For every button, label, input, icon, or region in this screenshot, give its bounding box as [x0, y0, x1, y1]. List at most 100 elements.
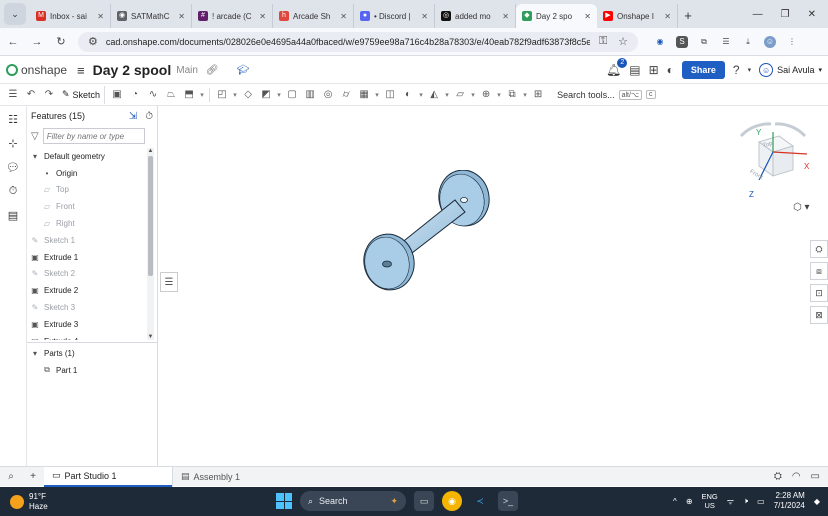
scroll-up-arrow-icon[interactable]: ▲ [147, 148, 154, 154]
plane-icon[interactable]: ▱ [451, 86, 469, 104]
search-tabs-icon[interactable]: ⌕ [0, 471, 22, 482]
extension-s-icon[interactable]: S [676, 35, 688, 48]
thicken-chevron-icon[interactable]: ▾ [198, 86, 206, 104]
vscode-icon[interactable]: ≺ [470, 491, 490, 511]
tab-groups-icon[interactable]: ☰ [720, 36, 732, 48]
parts-panel-icon[interactable]: ⧈ [810, 262, 828, 280]
reload-icon[interactable]: ↻ [54, 35, 68, 48]
close-tab-icon[interactable]: ✕ [97, 12, 104, 21]
feature-item[interactable]: ▣ Extrude 1 [27, 249, 147, 266]
fillet-icon[interactable]: ◰ [213, 86, 231, 104]
browser-tab[interactable]: M Inbox - sai ✕ [30, 4, 111, 28]
feature-item[interactable]: ▣ Extrude 4 [27, 333, 147, 340]
chamfer-icon[interactable]: ◇ [239, 86, 257, 104]
notifications-bell-icon[interactable]: 🔔︎ 2 [606, 58, 628, 77]
password-key-icon[interactable]: ⚿ [596, 35, 610, 48]
view-mode-icon[interactable]: ◠ [792, 471, 801, 482]
link-icon[interactable]: 🔗︎ [206, 65, 219, 76]
sketch-button[interactable]: ✎ Sketch [58, 85, 106, 104]
feature-item[interactable]: ▱ Right [27, 215, 147, 232]
variables-table-icon[interactable]: ▤ [6, 208, 20, 222]
bookmark-star-icon[interactable]: ☆ [616, 35, 630, 48]
close-tab-icon[interactable]: ✕ [421, 12, 428, 21]
feature-item[interactable]: • Origin [27, 165, 147, 182]
clock[interactable]: 2:28 AM 7/1/2024 [774, 491, 805, 511]
feature-item[interactable]: ▱ Front [27, 198, 147, 215]
scroll-thumb[interactable] [148, 156, 153, 276]
battery-icon[interactable]: ▭ [757, 497, 765, 506]
tab-search-chevron-icon[interactable]: ⌄ [4, 3, 26, 25]
profile-avatar-icon[interactable]: ☺ [764, 35, 776, 48]
search-tools-button[interactable]: Search tools... alt/⌥ c [553, 87, 659, 103]
extrude-icon[interactable]: ▣ [108, 86, 126, 104]
thicken-icon[interactable]: ⬒ [180, 86, 198, 104]
close-tab-icon[interactable]: ✕ [664, 12, 671, 21]
add-tab-button[interactable]: + [22, 471, 44, 482]
hole-icon[interactable]: ◎ [319, 86, 337, 104]
minimize-icon[interactable]: — [753, 9, 763, 20]
history-stopwatch-icon[interactable]: ⏱︎ [6, 184, 20, 198]
appearance-panel-icon[interactable]: ⛭ [810, 240, 828, 258]
list-view-toggle[interactable]: ☰ [160, 272, 178, 292]
mass-properties-icon[interactable]: ⊡ [810, 284, 828, 302]
new-tab-button[interactable]: + [678, 8, 698, 23]
extensions-puzzle-icon[interactable]: ⧉ [698, 36, 710, 48]
tab-part-studio-1[interactable]: ▭ Part Studio 1 [44, 466, 172, 487]
feature-item[interactable]: ▾ Default geometry [27, 148, 147, 165]
taskbar-search[interactable]: ⌕ Search ✦ [300, 491, 406, 511]
feature-list-scrollbar[interactable]: ▲ ▼ [147, 148, 154, 340]
revolve-icon[interactable]: ◔ [126, 86, 144, 104]
browser-tab[interactable]: ◆ Day 2 spo ✕ [516, 4, 597, 28]
feature-item[interactable]: ▣ Extrude 3 [27, 316, 147, 333]
browser-tab[interactable]: h Arcade Sh ✕ [273, 4, 354, 28]
restore-icon[interactable]: ❐ [781, 9, 790, 20]
sketch-tools-icon[interactable]: ⛭ [774, 471, 782, 482]
feature-item[interactable]: ▱ Top [27, 182, 147, 199]
add-features-icon[interactable]: ⊹ [6, 136, 20, 150]
browser-tab[interactable]: ● • Discord | ✕ [354, 4, 435, 28]
browser-tab[interactable]: # ! arcade (C ✕ [192, 4, 273, 28]
mate-connector-icon[interactable]: ⊕ [477, 86, 495, 104]
filter-funnel-icon[interactable]: ▽ [31, 131, 39, 142]
url-text[interactable]: cad.onshape.com/documents/028026e0e4695a… [106, 37, 591, 47]
history-icon[interactable]: ⏱︎ [145, 111, 153, 122]
wifi-icon[interactable]: ᯤ [727, 496, 734, 507]
redo-icon[interactable]: ↷ [40, 86, 58, 104]
rib-icon[interactable]: ▥ [301, 86, 319, 104]
pattern-chevron-icon[interactable]: ▾ [373, 86, 381, 104]
browser-tab[interactable]: ◎ added mo ✕ [435, 4, 516, 28]
spool-part-model[interactable] [363, 170, 493, 294]
mate-connector-chevron-icon[interactable]: ▾ [495, 86, 503, 104]
learning-center-icon[interactable]: ◐ [667, 63, 674, 77]
part-item[interactable]: ⧉ Part 1 [27, 362, 158, 379]
loft-icon[interactable]: ⏢ [162, 86, 180, 104]
mirror-icon[interactable]: ◫ [381, 86, 399, 104]
language-indicator[interactable]: ENG US [702, 492, 718, 510]
pattern-icon[interactable]: ▦ [355, 86, 373, 104]
draft-chevron-icon[interactable]: ▾ [275, 86, 283, 104]
variable-chevron-icon[interactable]: ▾ [521, 86, 529, 104]
graphics-viewport[interactable]: Y X Z Top Front ⬡ ▾ ☰ [159, 106, 828, 466]
cylinder-icon[interactable]: ⌭ [337, 86, 355, 104]
volume-icon[interactable]: 🕨︎ [743, 496, 748, 506]
transform-chevron-icon[interactable]: ▾ [443, 86, 451, 104]
windows-start-icon[interactable] [276, 493, 292, 509]
comments-icon[interactable]: 💬︎ [6, 160, 20, 174]
url-omnibox[interactable]: ⚙ cad.onshape.com/documents/028026e0e469… [78, 31, 638, 52]
extension-target-icon[interactable]: ◉ [654, 36, 666, 48]
tray-app-icon[interactable]: ⊕ [686, 497, 693, 506]
terminal-icon[interactable]: >_ [498, 491, 518, 511]
feature-item[interactable]: ▣ Extrude 2 [27, 282, 147, 299]
add-feature-icon[interactable]: ⊞ [529, 86, 547, 104]
feature-list-toggle-icon[interactable]: ☰ [4, 86, 22, 104]
forward-icon[interactable]: → [30, 36, 44, 48]
undo-icon[interactable]: ↶ [22, 86, 40, 104]
close-tab-icon[interactable]: ✕ [584, 12, 591, 21]
app-store-icon[interactable]: ⊞ [649, 63, 659, 77]
close-tab-icon[interactable]: ✕ [259, 12, 266, 21]
share-button[interactable]: Share [681, 61, 725, 79]
shell-icon[interactable]: ▢ [283, 86, 301, 104]
plane-chevron-icon[interactable]: ▾ [469, 86, 477, 104]
task-view-icon[interactable]: ▭ [414, 491, 434, 511]
view-cube[interactable] [731, 120, 815, 204]
